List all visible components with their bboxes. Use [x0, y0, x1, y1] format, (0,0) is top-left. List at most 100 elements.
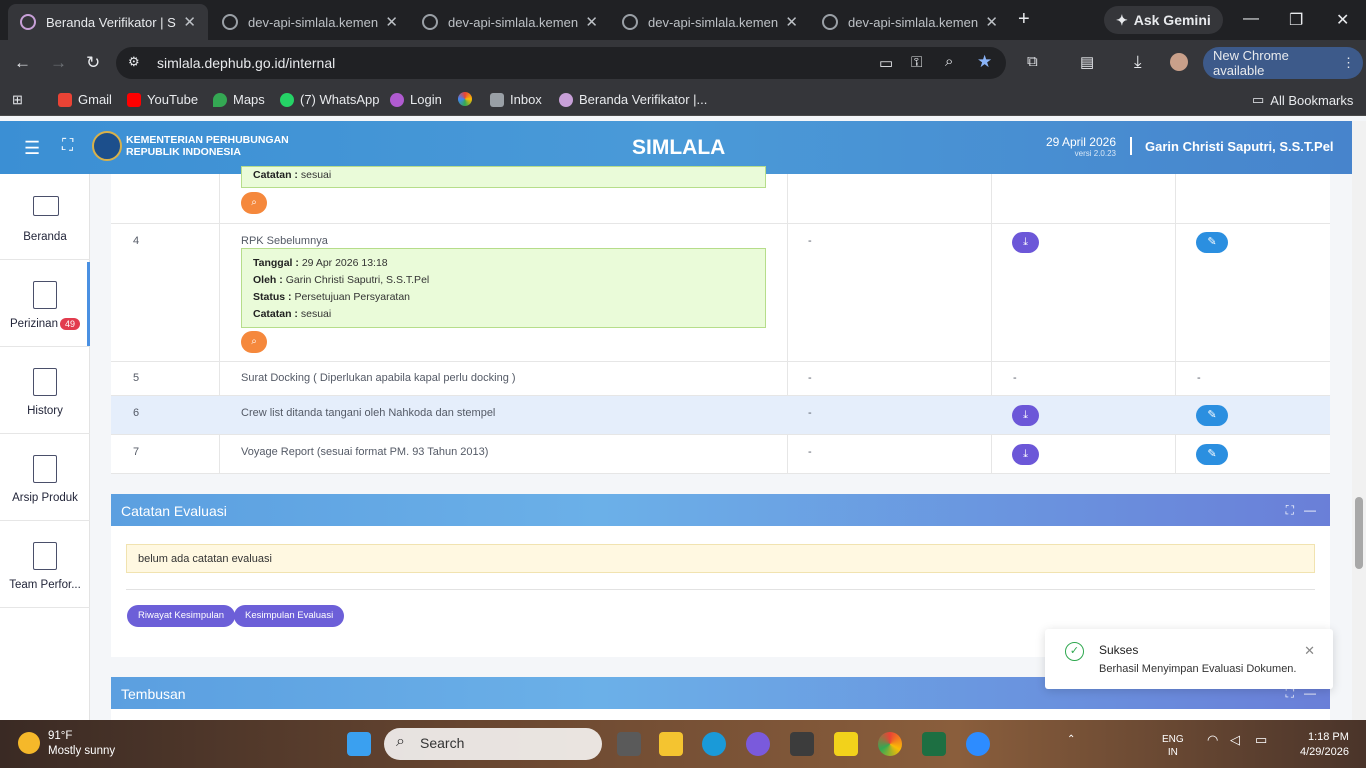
camera-icon[interactable]	[790, 732, 814, 756]
reload-icon[interactable]: ↻	[86, 53, 100, 73]
taskbar-clock[interactable]: 1:18 PM 4/29/2026	[1300, 730, 1349, 760]
header-date: 29 April 2026	[1045, 135, 1116, 149]
password-key-icon[interactable]: ⚿	[911, 54, 922, 71]
bookmark-beranda[interactable]: Beranda Verifikator |...	[559, 92, 707, 107]
download-icon[interactable]: ⤓	[1134, 52, 1142, 72]
bookmark-photos[interactable]	[458, 92, 472, 106]
battery-icon[interactable]: ▭	[1255, 733, 1267, 746]
ask-gemini-label: Ask Gemini	[1133, 12, 1211, 28]
minimize-icon[interactable]: —	[1243, 10, 1259, 28]
view-detail-button[interactable]: ⌕	[241, 331, 267, 353]
evaluation-note: belum ada catatan evaluasi	[126, 544, 1315, 573]
sidebar-item-label: Beranda	[23, 231, 67, 243]
bookmark-maps[interactable]: Maps	[213, 92, 265, 107]
extensions-icon[interactable]: ⧉	[1027, 53, 1038, 70]
browser-tab[interactable]: dev-api-simlala.kemenhu ✕	[410, 4, 610, 40]
all-bookmarks-label: All Bookmarks	[1270, 92, 1354, 108]
close-toast-icon[interactable]: ✕	[1304, 643, 1315, 659]
kesimpulan-evaluasi-button[interactable]: Kesimpulan Evaluasi	[234, 605, 345, 627]
scrollbar-thumb[interactable]	[1355, 497, 1363, 569]
language-indicator[interactable]: ENG IN	[1162, 733, 1184, 759]
ministry-line2: REPUBLIK INDONESIA	[126, 146, 241, 158]
expand-icon[interactable]: ⛶	[1286, 503, 1294, 517]
excel-icon[interactable]	[922, 732, 946, 756]
all-bookmarks[interactable]: ▭ All Bookmarks	[1252, 92, 1353, 108]
sidebar-item-perizinan[interactable]: Perizinan 49	[0, 261, 90, 347]
browser-tab-active[interactable]: Beranda Verifikator | Sim ✕	[8, 4, 208, 40]
bookmark-star-icon[interactable]: ★	[977, 52, 992, 72]
user-name[interactable]: Garin Christi Saputri, S.S.T.Pel	[1145, 139, 1334, 154]
sidebar-item-arsip-produk[interactable]: Arsip Produk	[0, 435, 90, 521]
globe-icon	[222, 14, 238, 30]
edit-button[interactable]: ✎	[1196, 232, 1228, 253]
forward-icon[interactable]: →	[50, 53, 67, 73]
close-tab-icon[interactable]: ✕	[785, 13, 798, 31]
windows-start-icon[interactable]	[347, 732, 371, 756]
install-app-icon[interactable]: ▭	[879, 54, 893, 72]
bookmark-inbox[interactable]: Inbox	[490, 92, 542, 107]
catatan-line: Catatan : sesuai	[253, 306, 754, 323]
bookmark-login[interactable]: Login	[390, 92, 442, 107]
browser-tab[interactable]: dev-api-simlala.kemenhu ✕	[610, 4, 810, 40]
close-tab-icon[interactable]: ✕	[385, 13, 398, 31]
notification-badge: 49	[59, 318, 80, 330]
download-button[interactable]: ⤓	[1012, 444, 1039, 465]
close-tab-icon[interactable]: ✕	[585, 13, 598, 31]
collapse-icon[interactable]: —	[1304, 503, 1316, 517]
table-row: 7 Voyage Report (sesuai format PM. 93 Ta…	[111, 435, 1330, 474]
sidebar-item-history[interactable]: History	[0, 348, 90, 434]
close-tab-icon[interactable]: ✕	[183, 13, 196, 31]
edge-icon[interactable]	[702, 732, 726, 756]
fullscreen-icon[interactable]: ⛶	[62, 137, 73, 155]
task-view-icon[interactable]	[617, 732, 641, 756]
back-icon[interactable]: ←	[14, 53, 31, 73]
download-button[interactable]: ⤓	[1012, 232, 1039, 253]
url-text[interactable]: simlala.dephub.go.id/internal	[157, 55, 335, 71]
bookmark-gmail[interactable]: Gmail	[58, 92, 112, 107]
weather-sun-icon[interactable]	[18, 732, 40, 754]
new-chrome-available-button[interactable]: New Chrome available ⋮	[1203, 47, 1363, 79]
riwayat-kesimpulan-button[interactable]: Riwayat Kesimpulan	[127, 605, 236, 627]
document-icon	[33, 455, 57, 483]
sticky-notes-icon[interactable]	[834, 732, 858, 756]
edit-button[interactable]: ✎	[1196, 444, 1228, 465]
maximize-icon[interactable]: ❐	[1289, 10, 1303, 30]
download-button[interactable]: ⤓	[1012, 405, 1039, 426]
wifi-icon[interactable]: ◠	[1207, 733, 1218, 746]
page-scrollbar[interactable]	[1352, 121, 1366, 720]
file-explorer-icon[interactable]	[659, 732, 683, 756]
app-icon[interactable]	[746, 732, 770, 756]
search-label: Search	[420, 735, 465, 751]
bookmark-whatsapp[interactable]: (7) WhatsApp	[280, 92, 379, 107]
close-tab-icon[interactable]: ✕	[985, 13, 998, 31]
apps-grid-icon[interactable]: ⊞	[12, 92, 23, 108]
chrome-icon[interactable]	[878, 732, 902, 756]
toast-title: Sukses	[1099, 643, 1139, 657]
card-title: Catatan Evaluasi	[121, 503, 227, 519]
browser-tab[interactable]: dev-api-simlala.kemenhu ✕	[810, 4, 1010, 40]
weather-condition: Mostly sunny	[48, 745, 116, 757]
sidebar-item-team-performance[interactable]: Team Perfor...	[0, 522, 90, 608]
volume-icon[interactable]: ◁	[1230, 733, 1240, 746]
ask-gemini-button[interactable]: ✦ Ask Gemini	[1104, 6, 1223, 34]
view-detail-button[interactable]: ⌕	[241, 192, 267, 214]
bookmark-youtube[interactable]: YouTube	[127, 92, 198, 107]
tab-search-icon[interactable]: ▤	[1080, 53, 1094, 71]
taskbar-search[interactable]: ⌕ Search	[384, 728, 602, 760]
zoom-app-icon[interactable]	[966, 732, 990, 756]
edit-button[interactable]: ✎	[1196, 405, 1228, 426]
sidebar-item-beranda[interactable]: Beranda	[0, 174, 90, 260]
site-info-icon[interactable]: ⚙	[128, 54, 140, 70]
profile-avatar[interactable]	[1170, 53, 1188, 71]
document-icon	[33, 368, 57, 396]
browser-tab[interactable]: dev-api-simlala.kemenhu ✕	[210, 4, 410, 40]
weather-widget[interactable]: 91°F Mostly sunny	[48, 729, 115, 759]
zoom-icon[interactable]: ⌕	[945, 53, 953, 70]
sidebar-active-indicator	[87, 262, 90, 346]
evaluation-detail-box: Tanggal : 29 Apr 2026 13:18 Oleh : Garin…	[241, 248, 766, 328]
hamburger-menu-icon[interactable]: ☰	[24, 138, 40, 159]
tray-chevron-icon[interactable]: ⌃	[1067, 733, 1075, 746]
document-name: RPK Sebelumnya	[241, 235, 328, 247]
new-tab-icon[interactable]: +	[1018, 8, 1030, 31]
close-window-icon[interactable]: ✕	[1336, 10, 1349, 30]
